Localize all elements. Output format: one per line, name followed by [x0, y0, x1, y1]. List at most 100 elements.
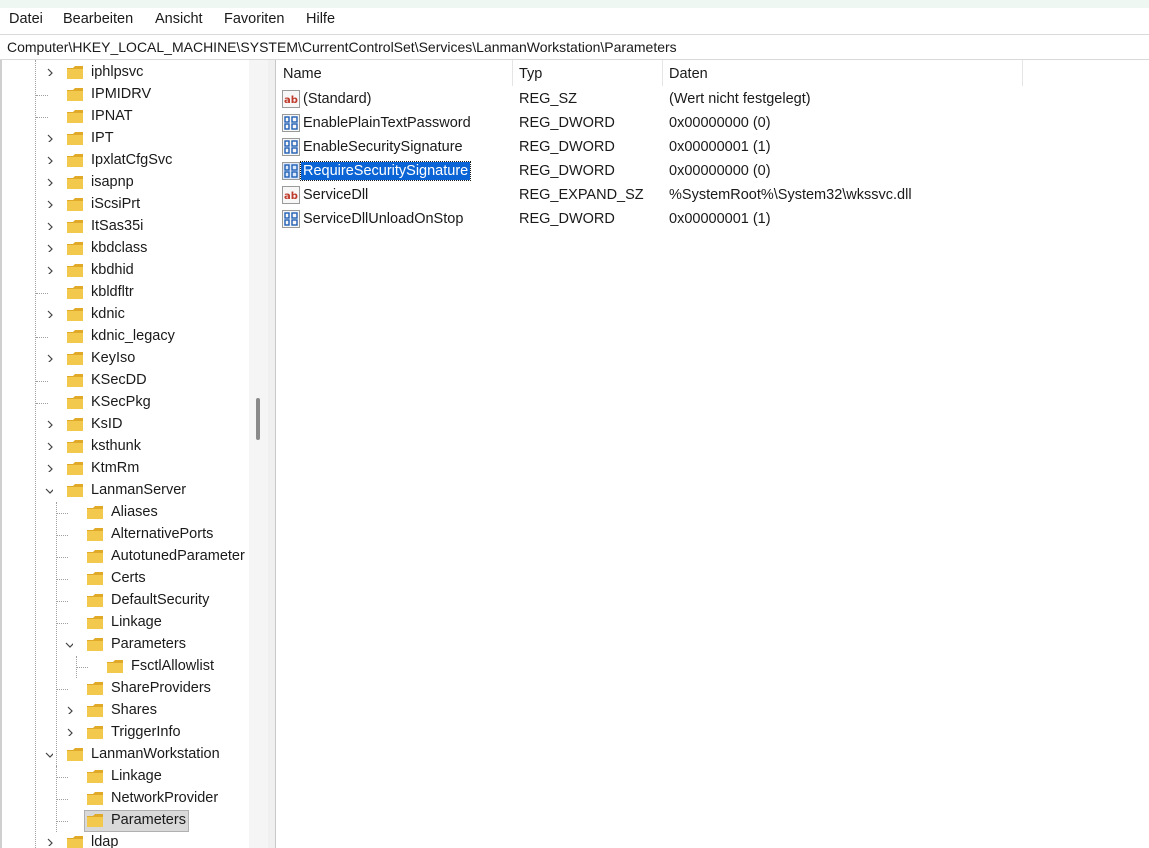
tree-item[interactable]: KSecDD [0, 370, 249, 392]
value-name: EnableSecuritySignature [303, 139, 463, 155]
tree-item[interactable]: Linkage [0, 612, 249, 634]
value-row[interactable]: RequireSecuritySignature REG_DWORD 0x00000… [276, 160, 1149, 184]
address-path[interactable]: Computer\HKEY_LOCAL_MACHINE\SYSTEM\Curre… [7, 39, 677, 55]
column-separator[interactable] [1022, 60, 1023, 86]
folder-icon [107, 660, 123, 673]
tree-guide-line [76, 667, 88, 668]
tree-item[interactable]: LanmanWorkstation [0, 744, 249, 766]
tree-item-label: DefaultSecurity [111, 592, 210, 608]
tree-item-label: Parameters [111, 812, 186, 828]
folder-icon [67, 748, 83, 761]
menu-ansicht[interactable]: Ansicht [155, 11, 203, 27]
chevron-down-icon[interactable] [45, 750, 53, 758]
chevron-right-icon[interactable] [45, 156, 53, 164]
tree-guide-line [56, 623, 68, 624]
folder-icon [67, 66, 83, 79]
tree-item[interactable]: DefaultSecurity [0, 590, 249, 612]
key-tree: iphlpsvc IPMIDRV IPNAT IPT IpxlatCfgSvc isapn… [0, 60, 268, 848]
tree-item[interactable]: NetworkProvider [0, 788, 249, 810]
pane-splitter[interactable] [268, 60, 276, 848]
chevron-right-icon[interactable] [45, 266, 53, 274]
tree-item[interactable]: AlternativePorts [0, 524, 249, 546]
folder-icon [67, 352, 83, 365]
tree-item-label: IPNAT [91, 108, 133, 124]
menu-datei[interactable]: Datei [9, 11, 43, 27]
value-row[interactable]: EnableSecuritySignature REG_DWORD 0x000000… [276, 136, 1149, 160]
tree-item[interactable]: kbdclass [0, 238, 249, 260]
chevron-right-icon[interactable] [45, 464, 53, 472]
value-row[interactable]: EnablePlainTextPassword REG_DWORD 0x000000… [276, 112, 1149, 136]
tree-item-label: LanmanServer [91, 482, 187, 498]
tree-item[interactable]: KeyIso [0, 348, 249, 370]
address-bar[interactable]: Computer\HKEY_LOCAL_MACHINE\SYSTEM\Curre… [0, 34, 1149, 60]
menu-bearbeiten[interactable]: Bearbeiten [63, 11, 133, 27]
chevron-right-icon[interactable] [45, 244, 53, 252]
tree-item[interactable]: ShareProviders [0, 678, 249, 700]
tree-item[interactable]: IPT [0, 128, 249, 150]
chevron-right-icon[interactable] [45, 442, 53, 450]
column-header-type[interactable]: Typ [512, 60, 662, 86]
tree-item[interactable]: IPNAT [0, 106, 249, 128]
tree-item[interactable]: kbldfltr [0, 282, 249, 304]
tree-guide-line [36, 381, 48, 382]
tree-item[interactable]: Shares [0, 700, 249, 722]
tree-item[interactable]: iScsiPrt [0, 194, 249, 216]
tree-left-border [0, 60, 2, 848]
tree-item[interactable]: ldap [0, 832, 249, 848]
tree-item-label: kdnic [91, 306, 125, 322]
tree-item[interactable]: kdnic_legacy [0, 326, 249, 348]
tree-scrollbar-thumb[interactable] [256, 398, 260, 440]
tree-item[interactable]: KtmRm [0, 458, 249, 480]
tree-item[interactable]: TriggerInfo [0, 722, 249, 744]
chevron-right-icon[interactable] [65, 706, 73, 714]
tree-item[interactable]: KsID [0, 414, 249, 436]
chevron-right-icon[interactable] [45, 134, 53, 142]
tree-item[interactable]: Parameters [0, 634, 249, 656]
tree-item[interactable]: KSecPkg [0, 392, 249, 414]
tree-item[interactable]: LanmanServer [0, 480, 249, 502]
tree-item[interactable]: Parameters [0, 810, 249, 832]
tree-scrollbar[interactable] [249, 60, 268, 848]
folder-icon [67, 462, 83, 475]
menu-favoriten[interactable]: Favoriten [224, 11, 284, 27]
menu-hilfe[interactable]: Hilfe [306, 11, 335, 27]
tree-item[interactable]: Aliases [0, 502, 249, 524]
tree-item[interactable]: Certs [0, 568, 249, 590]
chevron-right-icon[interactable] [45, 310, 53, 318]
tree-guide-line [36, 403, 48, 404]
tree-item-label: Aliases [111, 504, 158, 520]
chevron-right-icon[interactable] [45, 354, 53, 362]
chevron-right-icon[interactable] [45, 200, 53, 208]
tree-item[interactable]: ItSas35i [0, 216, 249, 238]
tree-item[interactable]: ksthunk [0, 436, 249, 458]
value-type: REG_DWORD [519, 139, 615, 155]
chevron-right-icon[interactable] [45, 222, 53, 230]
value-row[interactable]: ab ServiceDll REG_EXPAND_SZ %SystemRoot%\Sy… [276, 184, 1149, 208]
value-type: REG_DWORD [519, 115, 615, 131]
chevron-right-icon[interactable] [45, 420, 53, 428]
chevron-right-icon[interactable] [45, 68, 53, 76]
tree-item[interactable]: IPMIDRV [0, 84, 249, 106]
tree-item[interactable]: IpxlatCfgSvc [0, 150, 249, 172]
column-header-label: Typ [519, 66, 543, 82]
tree-item[interactable]: FsctlAllowlist [0, 656, 249, 678]
chevron-right-icon[interactable] [45, 178, 53, 186]
chevron-right-icon[interactable] [45, 838, 53, 846]
tree-item[interactable]: isapnp [0, 172, 249, 194]
tree-item[interactable]: AutotunedParameter [0, 546, 249, 568]
column-header-data[interactable]: Daten [662, 60, 1022, 86]
tree-item-label: ShareProviders [111, 680, 211, 696]
tree-item[interactable]: kbdhid [0, 260, 249, 282]
value-row[interactable]: ServiceDllUnloadOnStop REG_DWORD 0x0000000… [276, 208, 1149, 232]
tree-item[interactable]: Linkage [0, 766, 249, 788]
tree-item-label: KtmRm [91, 460, 140, 476]
chevron-down-icon[interactable] [45, 486, 53, 494]
folder-icon [87, 792, 103, 805]
chevron-down-icon[interactable] [65, 640, 73, 648]
tree-item[interactable]: iphlpsvc [0, 62, 249, 84]
tree-item[interactable]: kdnic [0, 304, 249, 326]
column-header-name[interactable]: Name [276, 60, 513, 86]
tree-guide-line [36, 117, 48, 118]
chevron-right-icon[interactable] [65, 728, 73, 736]
value-row[interactable]: ab (Standard) REG_SZ (Wert nicht festgelegt… [276, 88, 1149, 112]
